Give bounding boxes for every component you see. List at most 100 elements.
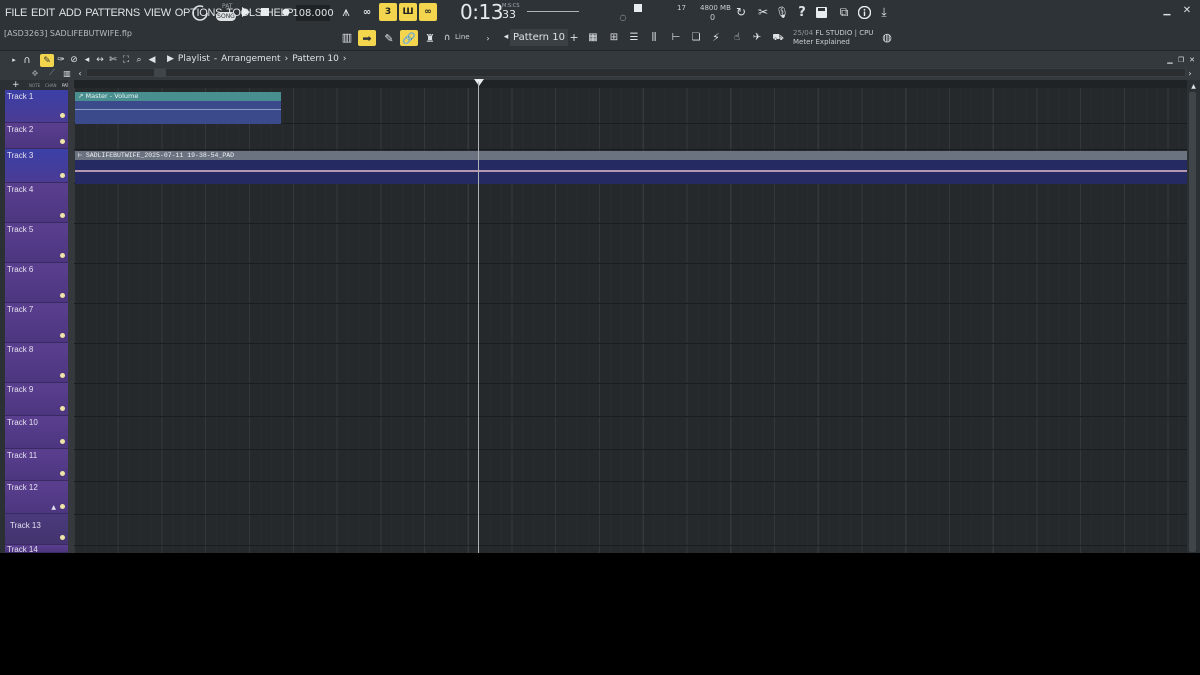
snap-selector[interactable]: Line: [455, 33, 470, 41]
touch-icon[interactable]: ☝: [730, 30, 744, 44]
snap-arrow-button[interactable]: ➡: [358, 30, 376, 46]
chevron-right-icon[interactable]: ›: [484, 33, 492, 43]
menu-view[interactable]: VIEW: [144, 7, 171, 19]
scroll-up-icon[interactable]: ▲: [1189, 82, 1198, 90]
link-button[interactable]: 🔗: [400, 30, 418, 46]
close-icon[interactable]: ✕: [1182, 5, 1192, 16]
piano-roll-icon[interactable]: ▥: [339, 31, 355, 44]
select-tool-icon[interactable]: ⛶: [120, 54, 132, 66]
record-audio-icon[interactable]: 🎙: [775, 4, 789, 20]
paint-tool-icon[interactable]: ✑: [55, 54, 67, 66]
pat-mode-label[interactable]: PAT: [222, 3, 233, 10]
loop-record-button[interactable]: ∞: [419, 3, 437, 21]
browser-tree-icon[interactable]: ⊢: [669, 30, 683, 44]
track-name[interactable]: Track 13: [10, 521, 41, 530]
track-led[interactable]: [60, 173, 65, 178]
minimize-icon[interactable]: ▁: [1162, 6, 1172, 16]
track-header[interactable]: Track 3: [5, 149, 68, 183]
magnet-icon[interactable]: ∩: [442, 32, 452, 44]
slice-tool-icon[interactable]: ✄: [107, 54, 119, 66]
track-header[interactable]: Track 10: [5, 416, 68, 449]
track-led[interactable]: [60, 213, 65, 218]
breadcrumb-arrangement[interactable]: Arrangement: [221, 54, 280, 64]
breadcrumb-pattern[interactable]: Pattern 10: [292, 54, 339, 64]
overview-scroll-thumb[interactable]: [154, 69, 166, 77]
wait-input-icon[interactable]: ∞: [358, 4, 376, 20]
bird-icon[interactable]: ✈: [750, 30, 764, 44]
line-tool-icon[interactable]: ⟋: [46, 68, 58, 78]
track-led[interactable]: [60, 504, 65, 509]
speaker-icon[interactable]: ◀: [146, 54, 158, 66]
scroll-right-icon[interactable]: ›: [1186, 68, 1194, 78]
track-name[interactable]: Track 10: [7, 418, 38, 427]
breadcrumb-playlist[interactable]: Playlist: [178, 54, 210, 64]
stamp-icon[interactable]: ♜: [422, 30, 438, 46]
plugin-picker-icon[interactable]: ✂: [755, 4, 771, 20]
scroll-left-icon[interactable]: ‹: [76, 68, 84, 78]
track-name[interactable]: Track 9: [7, 385, 33, 394]
track-led[interactable]: [60, 333, 65, 338]
track-name[interactable]: Track 7: [7, 305, 33, 314]
menu-patterns[interactable]: PATTERNS: [85, 7, 140, 19]
metronome-icon[interactable]: ⩚: [338, 4, 354, 20]
scroll-thumb[interactable]: [1189, 92, 1196, 552]
delete-tool-icon[interactable]: ⊘: [68, 54, 80, 66]
countdown-button[interactable]: 3: [379, 3, 397, 21]
track-header[interactable]: Track 4: [5, 183, 68, 223]
tempo-icon[interactable]: ❏: [689, 30, 703, 44]
save-icon[interactable]: [815, 6, 827, 18]
track-led[interactable]: [60, 535, 65, 540]
track-led[interactable]: [60, 406, 65, 411]
track-header[interactable]: Track 13: [5, 514, 68, 545]
track-led[interactable]: [60, 373, 65, 378]
mixer-icon[interactable]: ⧉: [837, 4, 851, 20]
keyboard-icon[interactable]: ▥: [61, 68, 73, 78]
track-name[interactable]: Track 2: [7, 125, 33, 134]
download-icon[interactable]: ⤓: [877, 4, 891, 20]
zoom-tool-icon[interactable]: ⌕: [133, 54, 145, 66]
channel-rack-icon[interactable]: ☰: [627, 30, 641, 44]
track-header[interactable]: Track 6: [5, 263, 68, 303]
track-name[interactable]: Track 3: [7, 151, 33, 160]
track-name[interactable]: Track 1: [7, 92, 33, 101]
mixer-faders-icon[interactable]: ⫼: [647, 30, 661, 44]
overview-scrollbar[interactable]: [86, 68, 1186, 77]
timeline-ruler[interactable]: [74, 80, 1187, 88]
track-name[interactable]: Track 14: [7, 545, 38, 553]
track-name[interactable]: Track 8: [7, 345, 33, 354]
track-header[interactable]: Track 5: [5, 223, 68, 263]
song-mode-toggle[interactable]: SONG: [216, 12, 236, 21]
track-header[interactable]: Track 2: [5, 123, 68, 149]
track-header[interactable]: Track 12 ▲: [5, 481, 68, 514]
track-led[interactable]: [60, 293, 65, 298]
track-header[interactable]: Track 14: [5, 545, 68, 553]
track-header[interactable]: Track 7: [5, 303, 68, 343]
playlist-view-icon[interactable]: ▦: [586, 30, 600, 44]
pattern-selector[interactable]: Pattern 10: [510, 29, 568, 46]
menu-add[interactable]: ADD: [59, 7, 82, 19]
track-header[interactable]: Track 9: [5, 383, 68, 416]
stop-icon[interactable]: [259, 6, 271, 18]
master-pitch-slider[interactable]: [527, 11, 579, 12]
draw-tool-icon[interactable]: ✎: [381, 30, 397, 46]
cart-icon[interactable]: ⛟: [771, 31, 785, 45]
master-volume-knob-icon[interactable]: [190, 3, 210, 23]
track-header[interactable]: Track 8: [5, 343, 68, 383]
minimize-icon[interactable]: ▁: [1165, 55, 1175, 65]
slip-tool-icon[interactable]: ↔: [94, 54, 106, 66]
restore-icon[interactable]: ❐: [1176, 55, 1186, 65]
audio-clip[interactable]: ⊢ SADLIFEBUTWIFE_2025-07-11 19-38-54_PAD: [75, 151, 1187, 184]
nav-arrows-icon[interactable]: ✥: [28, 68, 42, 78]
track-led[interactable]: [60, 139, 65, 144]
track-header[interactable]: Track 1: [5, 90, 68, 123]
help-icon[interactable]: ?: [795, 4, 809, 20]
magnet-snap-icon[interactable]: ∩: [21, 54, 33, 66]
playhead-marker[interactable]: [474, 79, 484, 86]
record-icon[interactable]: [280, 6, 292, 18]
track-name[interactable]: Track 4: [7, 185, 33, 194]
track-name[interactable]: Track 5: [7, 225, 33, 234]
track-name[interactable]: Track 11: [7, 451, 37, 460]
add-pattern-icon[interactable]: +: [569, 30, 579, 44]
track-led[interactable]: [60, 113, 65, 118]
oscilloscope-icon[interactable]: ◌: [618, 12, 628, 22]
